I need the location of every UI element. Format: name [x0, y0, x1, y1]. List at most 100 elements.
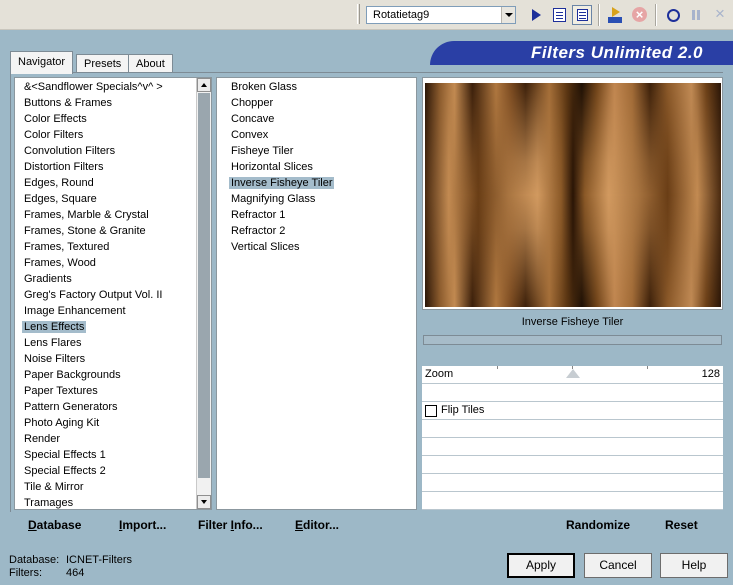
tab-presets[interactable]: Presets [76, 54, 130, 73]
category-item[interactable]: Gradients [15, 271, 211, 287]
filters-count-label: Filters: [9, 567, 42, 579]
pause-icon[interactable] [686, 5, 706, 25]
grid-view-icon[interactable] [572, 5, 592, 25]
category-item[interactable]: Convolution Filters [15, 143, 211, 159]
category-item[interactable]: Distortion Filters [15, 159, 211, 175]
category-item[interactable]: Buttons & Frames [15, 95, 211, 111]
zoom-label: Zoom [425, 368, 454, 380]
filter-item[interactable]: Concave [222, 111, 416, 127]
category-list[interactable]: &<Sandflower Specials^v^ > Buttons & Fram… [14, 77, 212, 510]
category-item[interactable]: Edges, Round [15, 175, 211, 191]
category-scrollbar[interactable] [196, 78, 211, 509]
randomize-link[interactable]: Randomize [566, 518, 630, 532]
category-item[interactable]: Frames, Stone & Granite [15, 223, 211, 239]
editor-link[interactable]: Editor... [295, 518, 339, 532]
category-item[interactable]: Paper Textures [15, 383, 211, 399]
cancel-button[interactable]: Cancel [584, 553, 652, 578]
category-item[interactable]: Lens Flares [15, 335, 211, 351]
control-row-empty [422, 384, 723, 402]
category-item[interactable]: Greg's Factory Output Vol. II [15, 287, 211, 303]
category-item-label: Special Effects 1 [24, 449, 106, 461]
filter-item[interactable]: Chopper [222, 95, 416, 111]
toolbar-grip[interactable] [357, 4, 360, 24]
progress-bar [423, 335, 722, 345]
category-item[interactable]: Color Filters [15, 127, 211, 143]
category-item[interactable]: Special Effects 2 [15, 463, 211, 479]
filter-item[interactable]: Inverse Fisheye Tiler [222, 175, 416, 191]
category-item[interactable]: Image Enhancement [15, 303, 211, 319]
zoom-slider[interactable]: Zoom 128 [422, 366, 723, 384]
filter-item-label: Vertical Slices [231, 241, 300, 253]
category-item-label: Special Effects 2 [24, 465, 106, 477]
apply-icon[interactable] [605, 5, 625, 25]
flip-tiles-row[interactable]: Flip Tiles [422, 402, 723, 420]
category-item-label: Distortion Filters [24, 161, 104, 173]
category-item[interactable]: Frames, Textured [15, 239, 211, 255]
close-icon[interactable]: × [710, 5, 730, 25]
run-icon[interactable] [526, 5, 546, 25]
category-item[interactable]: Pattern Generators [15, 399, 211, 415]
category-item[interactable]: Special Effects 1 [15, 447, 211, 463]
category-item[interactable]: Tile & Mirror [15, 479, 211, 495]
filter-item[interactable]: Refractor 1 [222, 207, 416, 223]
filter-item-label: Broken Glass [231, 81, 298, 93]
category-item[interactable]: Tramages [15, 495, 211, 509]
tab-navigator[interactable]: Navigator [10, 51, 74, 74]
filter-item[interactable]: Fisheye Tiler [222, 143, 416, 159]
preset-combo[interactable]: Rotatietag9 [366, 6, 516, 24]
preview-image [425, 83, 721, 307]
import-link[interactable]: Import... [119, 518, 166, 532]
tab-about[interactable]: About [128, 54, 173, 73]
book-icon[interactable] [549, 5, 569, 25]
filter-info-link[interactable]: Filter Info... [198, 518, 263, 532]
filter-item-label: Fisheye Tiler [231, 145, 294, 157]
filter-item-label: Refractor 2 [231, 225, 286, 237]
filter-item[interactable]: Vertical Slices [222, 239, 416, 255]
scroll-thumb[interactable] [198, 93, 210, 478]
scroll-up-icon[interactable] [197, 78, 211, 92]
category-item[interactable]: Paper Backgrounds [15, 367, 211, 383]
app-title: Filters Unlimited 2.0 [530, 43, 703, 62]
scroll-down-icon[interactable] [197, 495, 211, 509]
cancel-icon[interactable] [629, 5, 649, 25]
category-item[interactable]: Frames, Wood [15, 255, 211, 271]
category-item-label: Photo Aging Kit [24, 417, 100, 429]
category-item-label: Frames, Wood [24, 257, 96, 269]
chevron-down-icon[interactable] [501, 7, 515, 23]
filter-item[interactable]: Horizontal Slices [222, 159, 416, 175]
category-item[interactable]: Edges, Square [15, 191, 211, 207]
top-toolbar: Rotatietag9 × [0, 0, 733, 30]
control-row-empty [422, 456, 723, 474]
category-item-label: Convolution Filters [24, 145, 116, 157]
category-item-label: Frames, Textured [24, 241, 110, 253]
reset-link[interactable]: Reset [665, 518, 698, 532]
category-item-label: Frames, Marble & Crystal [24, 209, 149, 221]
category-item[interactable]: Color Effects [15, 111, 211, 127]
category-item-label: Tile & Mirror [24, 481, 84, 493]
apply-button[interactable]: Apply [507, 553, 575, 578]
control-row-empty [422, 438, 723, 456]
category-item[interactable]: &<Sandflower Specials^v^ > [15, 79, 211, 95]
filter-item[interactable]: Magnifying Glass [222, 191, 416, 207]
category-item[interactable]: Render [15, 431, 211, 447]
category-item-label: Lens Effects [22, 321, 87, 333]
filter-item[interactable]: Convex [222, 127, 416, 143]
category-item-label: Edges, Round [24, 177, 94, 189]
title-banner: Filters Unlimited 2.0 [430, 41, 733, 65]
filter-item[interactable]: Refractor 2 [222, 223, 416, 239]
record-icon[interactable] [663, 5, 683, 25]
category-item[interactable]: Lens Effects [15, 319, 211, 335]
category-item-label: Color Filters [24, 129, 84, 141]
help-button[interactable]: Help [660, 553, 728, 578]
category-item[interactable]: Photo Aging Kit [15, 415, 211, 431]
filter-list[interactable]: Broken Glass Chopper Concave Convex Fisheye … [216, 77, 417, 510]
category-item-label: Render [24, 433, 61, 445]
category-item[interactable]: Noise Filters [15, 351, 211, 367]
category-item-label: Paper Backgrounds [24, 369, 121, 381]
zoom-slider-thumb[interactable] [566, 369, 580, 378]
database-link[interactable]: Database [28, 518, 81, 532]
flip-tiles-checkbox[interactable] [425, 405, 437, 417]
filter-item[interactable]: Broken Glass [222, 79, 416, 95]
flip-tiles-label: Flip Tiles [441, 404, 485, 416]
category-item[interactable]: Frames, Marble & Crystal [15, 207, 211, 223]
